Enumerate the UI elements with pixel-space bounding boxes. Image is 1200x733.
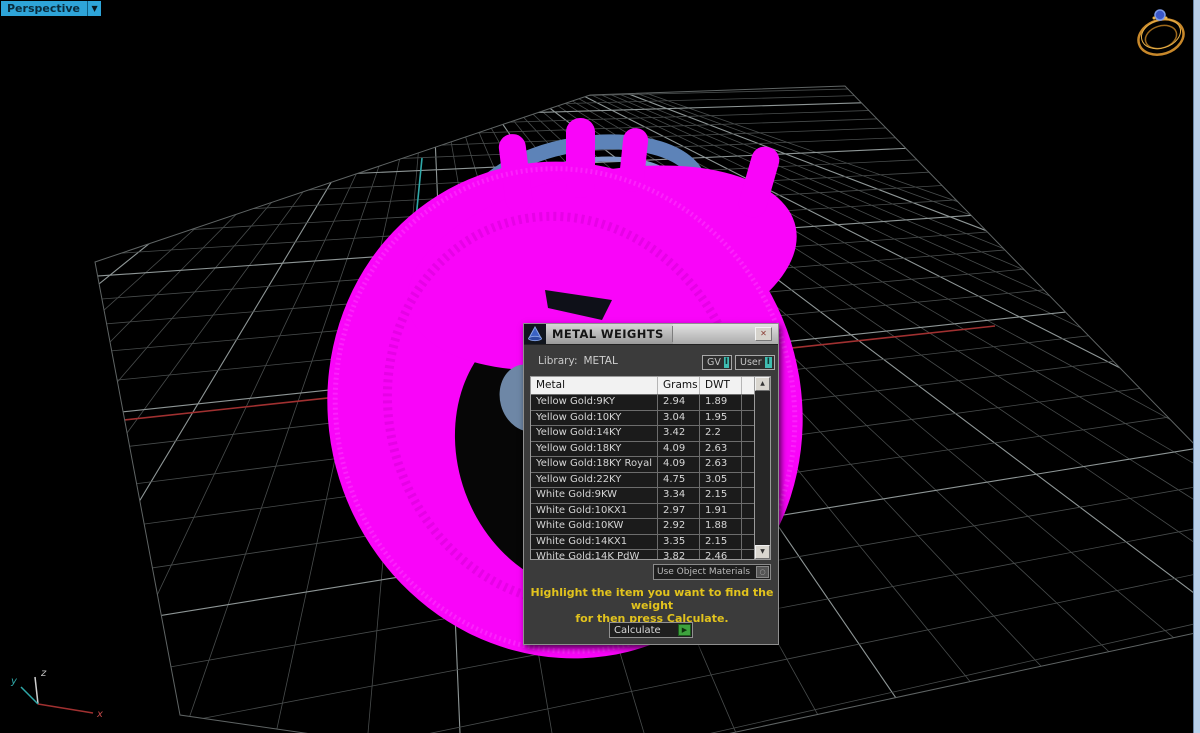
table-row[interactable]: Yellow Gold:18KY 4.09 2.63 bbox=[531, 440, 755, 457]
row-spacer bbox=[742, 488, 754, 503]
table-scrollbar[interactable]: ▲ ▼ bbox=[754, 377, 770, 559]
gem-icon bbox=[1154, 9, 1166, 21]
grams-cell: 3.04 bbox=[658, 410, 700, 425]
user-label: User bbox=[740, 357, 762, 368]
x-axis-line bbox=[37, 703, 94, 714]
scroll-up-icon[interactable]: ▲ bbox=[755, 377, 770, 391]
header-grams: Grams bbox=[658, 377, 700, 394]
play-icon: ▶ bbox=[678, 624, 691, 636]
materials-dropdown-icon[interactable]: ○ bbox=[756, 566, 769, 578]
calculate-button[interactable]: Calculate ▶ bbox=[609, 622, 693, 638]
metal-cell: White Gold:9KW bbox=[531, 488, 658, 503]
grams-cell: 2.94 bbox=[658, 395, 700, 410]
y-axis-line bbox=[20, 686, 39, 705]
table-row[interactable]: White Gold:10KW 2.92 1.88 bbox=[531, 518, 755, 534]
header-spacer bbox=[742, 377, 754, 394]
grams-cell: 3.82 bbox=[658, 550, 700, 559]
row-spacer bbox=[742, 395, 754, 410]
scroll-down-icon[interactable]: ▼ bbox=[755, 545, 770, 559]
user-toggle-led[interactable]: I bbox=[764, 357, 772, 368]
gem-cone-icon bbox=[524, 324, 546, 344]
grams-cell: 4.09 bbox=[658, 457, 700, 472]
use-object-materials-dropdown[interactable]: Use Object Materials ○ bbox=[653, 564, 771, 580]
user-toggle-button[interactable]: User I bbox=[735, 355, 775, 370]
grams-cell: 3.42 bbox=[658, 426, 700, 441]
dwt-cell: 1.88 bbox=[700, 519, 742, 534]
viewport-tab[interactable]: Perspective ▼ bbox=[1, 1, 102, 16]
dwt-cell: 1.95 bbox=[700, 410, 742, 425]
row-spacer bbox=[742, 504, 754, 519]
titlebar-right-panel: ✕ bbox=[672, 324, 778, 344]
metal-table-body: Yellow Gold:9KY 2.94 1.89 Yellow Gold:10KY 3… bbox=[531, 394, 755, 559]
row-spacer bbox=[742, 411, 754, 426]
instruction-text: Highlight the item you want to find the … bbox=[530, 586, 774, 625]
viewport-tab-label[interactable]: Perspective bbox=[1, 1, 89, 16]
ring-tool-icon[interactable] bbox=[1128, 4, 1192, 60]
y-axis-label: y bbox=[10, 676, 18, 687]
metal-cell: Yellow Gold:14KY bbox=[531, 426, 658, 441]
row-spacer bbox=[742, 442, 754, 457]
dwt-cell: 1.91 bbox=[700, 503, 742, 518]
metal-cell: Yellow Gold:22KY bbox=[531, 472, 658, 487]
grams-cell: 2.92 bbox=[658, 519, 700, 534]
grams-cell: 3.35 bbox=[658, 534, 700, 549]
row-spacer bbox=[742, 426, 754, 441]
dialog-title: METAL WEIGHTS bbox=[552, 327, 664, 341]
table-row[interactable]: Yellow Gold:22KY 4.75 3.05 bbox=[531, 471, 755, 488]
materials-dropdown-label: Use Object Materials bbox=[657, 567, 751, 577]
metal-cell: White Gold:10KW bbox=[531, 519, 658, 534]
library-label: Library: METAL bbox=[538, 355, 618, 367]
window-edge-strip bbox=[1193, 0, 1200, 733]
dwt-cell: 2.63 bbox=[700, 441, 742, 456]
gv-toggle-button[interactable]: GV I bbox=[702, 355, 732, 370]
metal-cell: White Gold:14K PdW bbox=[531, 550, 658, 559]
table-row[interactable]: White Gold:14KX1 3.35 2.15 bbox=[531, 533, 755, 550]
gv-toggle-led[interactable]: I bbox=[723, 357, 729, 368]
metal-table: Metal Grams DWT Yellow Gold:9KY 2.94 1.89 Y… bbox=[530, 376, 771, 560]
gv-label: GV bbox=[707, 357, 721, 368]
z-axis-label: z bbox=[40, 668, 47, 679]
dwt-cell: 2.15 bbox=[700, 534, 742, 549]
grams-cell: 2.97 bbox=[658, 503, 700, 518]
header-metal: Metal bbox=[531, 377, 658, 394]
table-row[interactable]: White Gold:14K PdW 3.82 2.46 bbox=[531, 549, 755, 559]
grams-cell: 4.75 bbox=[658, 472, 700, 487]
table-row[interactable]: White Gold:9KW 3.34 2.15 bbox=[531, 487, 755, 503]
dwt-cell: 1.89 bbox=[700, 395, 742, 410]
metal-cell: White Gold:10KX1 bbox=[531, 503, 658, 518]
row-spacer bbox=[742, 550, 754, 559]
grams-cell: 4.09 bbox=[658, 441, 700, 456]
dwt-cell: 2.46 bbox=[700, 550, 742, 559]
table-row[interactable]: White Gold:10KX1 2.97 1.91 bbox=[531, 502, 755, 519]
table-row[interactable]: Yellow Gold:10KY 3.04 1.95 bbox=[531, 409, 755, 426]
table-header: Metal Grams DWT bbox=[531, 377, 755, 394]
row-spacer bbox=[742, 519, 754, 534]
grams-cell: 3.34 bbox=[658, 488, 700, 503]
axis-indicator: z x y bbox=[10, 668, 103, 720]
row-spacer bbox=[742, 473, 754, 488]
table-row[interactable]: Yellow Gold:14KY 3.42 2.2 bbox=[531, 425, 755, 441]
metal-cell: Yellow Gold:18KY bbox=[531, 441, 658, 456]
z-axis-line bbox=[34, 676, 39, 705]
row-spacer bbox=[742, 535, 754, 550]
dwt-cell: 2.2 bbox=[700, 426, 742, 441]
dialog-titlebar[interactable]: METAL WEIGHTS ✕ bbox=[524, 324, 778, 345]
metal-cell: Yellow Gold:18KY Royal bbox=[531, 457, 658, 472]
metal-cell: White Gold:14KX1 bbox=[531, 534, 658, 549]
metal-cell: Yellow Gold:10KY bbox=[531, 410, 658, 425]
dwt-cell: 3.05 bbox=[700, 472, 742, 487]
x-axis-label: x bbox=[96, 709, 103, 720]
header-dwt: DWT bbox=[700, 377, 742, 394]
chevron-down-icon[interactable]: ▼ bbox=[88, 1, 102, 16]
metal-weights-dialog: METAL WEIGHTS ✕ Library: METAL GV I User … bbox=[523, 323, 779, 645]
dwt-cell: 2.63 bbox=[700, 457, 742, 472]
table-row[interactable]: Yellow Gold:18KY Royal 4.09 2.63 bbox=[531, 456, 755, 472]
viewport[interactable]: z x y Perspective ▼ METAL WEIGHTS ✕ Libr… bbox=[0, 0, 1200, 733]
calculate-label: Calculate bbox=[614, 624, 661, 636]
row-spacer bbox=[742, 457, 754, 472]
table-row[interactable]: Yellow Gold:9KY 2.94 1.89 bbox=[531, 394, 755, 410]
metal-cell: Yellow Gold:9KY bbox=[531, 395, 658, 410]
dwt-cell: 2.15 bbox=[700, 488, 742, 503]
close-icon[interactable]: ✕ bbox=[755, 327, 772, 341]
